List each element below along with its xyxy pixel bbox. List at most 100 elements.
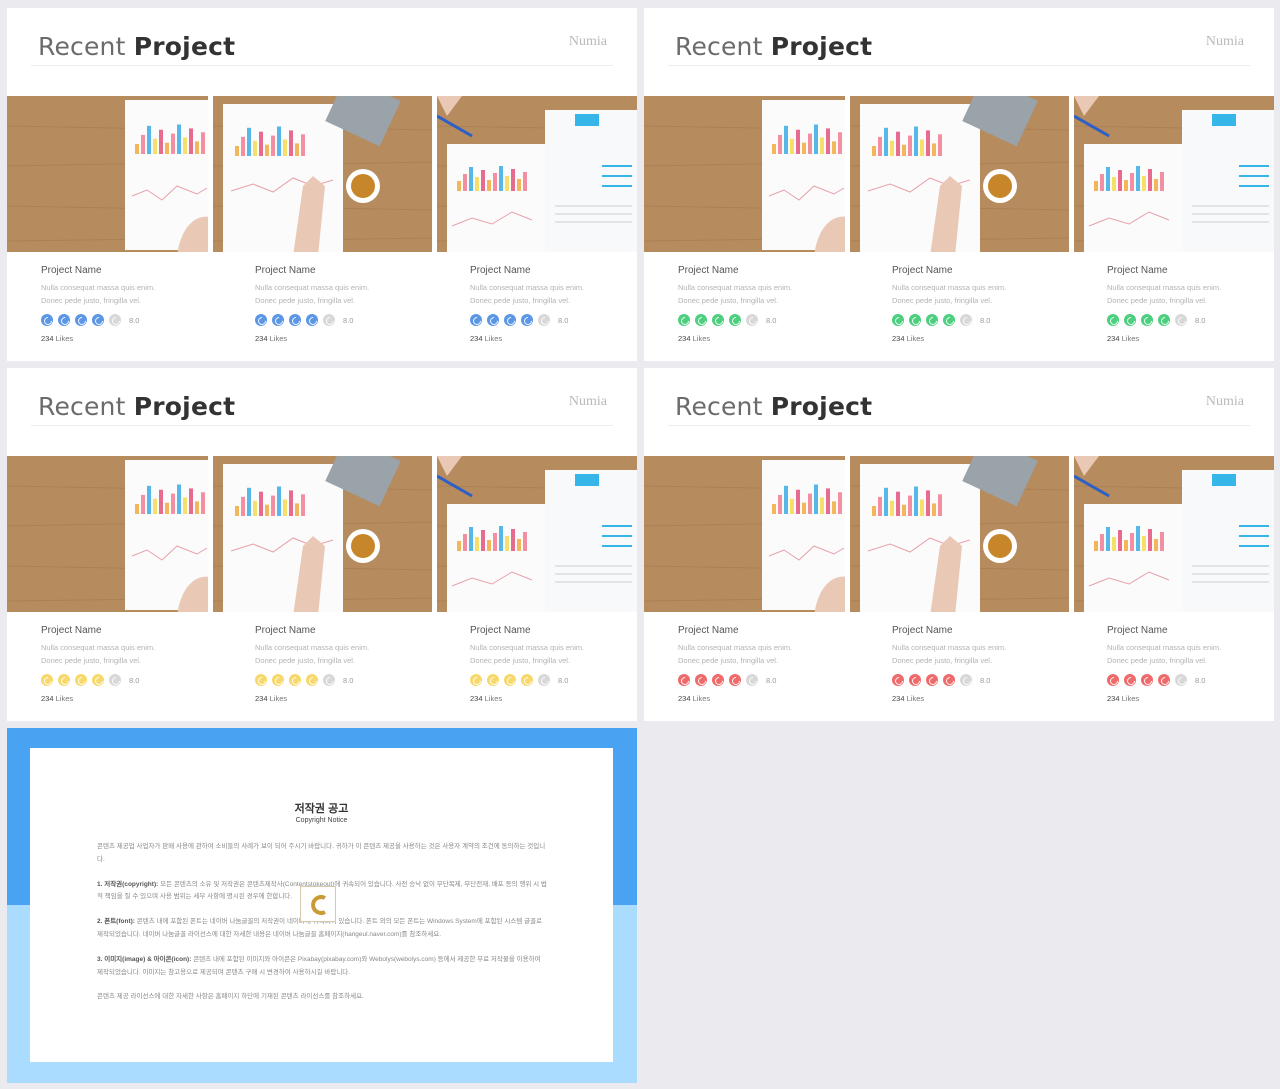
likes: 234 Likes bbox=[255, 694, 455, 703]
project-description: Nulla consequat massa quis enim. Donec p… bbox=[470, 641, 637, 667]
rating-filled-icon bbox=[58, 674, 70, 686]
description-line-2: Donec pede justo, fringilla vel. bbox=[678, 296, 779, 305]
slide-blue: Recent Project Numia Project Name Nulla … bbox=[7, 8, 637, 361]
rating-empty-icon bbox=[538, 314, 550, 326]
slide-title: Recent Project bbox=[675, 392, 872, 421]
rating-filled-icon bbox=[521, 314, 533, 326]
copyright-title: 저작권 공고 bbox=[294, 803, 349, 815]
title-light: Recent bbox=[675, 32, 771, 61]
description-line-1: Nulla consequat massa quis enim. bbox=[892, 283, 1007, 292]
description-line-2: Donec pede justo, fringilla vel. bbox=[892, 656, 993, 665]
likes-count: 234 bbox=[892, 694, 905, 703]
rating-filled-icon bbox=[943, 314, 955, 326]
likes-label: Likes bbox=[269, 334, 288, 343]
likes-label: Likes bbox=[1121, 334, 1140, 343]
description-line-2: Donec pede justo, fringilla vel. bbox=[255, 656, 356, 665]
likes-label: Likes bbox=[484, 694, 503, 703]
likes-label: Likes bbox=[906, 334, 925, 343]
rating-filled-icon bbox=[1124, 674, 1136, 686]
project-description: Nulla consequat massa quis enim. Donec p… bbox=[41, 281, 241, 307]
rating: 8.0 bbox=[1107, 314, 1274, 326]
project-description: Nulla consequat massa quis enim. Donec p… bbox=[678, 281, 878, 307]
rating-empty-icon bbox=[538, 674, 550, 686]
rating: 8.0 bbox=[678, 314, 878, 326]
likes: 234 Likes bbox=[1107, 334, 1274, 343]
rating: 8.0 bbox=[255, 674, 455, 686]
likes-count: 234 bbox=[678, 334, 691, 343]
description-line-1: Nulla consequat massa quis enim. bbox=[41, 643, 156, 652]
slide-title: Recent Project bbox=[38, 392, 235, 421]
section-2-heading: 2. 폰트(font): bbox=[97, 918, 135, 926]
rating-filled-icon bbox=[926, 314, 938, 326]
description-line-1: Nulla consequat massa quis enim. bbox=[678, 643, 793, 652]
project-card: Project Name Nulla consequat massa quis … bbox=[41, 265, 241, 343]
project-name: Project Name bbox=[1107, 625, 1168, 636]
description-line-1: Nulla consequat massa quis enim. bbox=[678, 283, 793, 292]
rating-filled-icon bbox=[521, 674, 533, 686]
likes-count: 234 bbox=[470, 334, 483, 343]
rating-filled-icon bbox=[909, 314, 921, 326]
likes-count: 234 bbox=[1107, 694, 1120, 703]
rating-filled-icon bbox=[695, 314, 707, 326]
project-description: Nulla consequat massa quis enim. Donec p… bbox=[255, 641, 455, 667]
description-line-2: Donec pede justo, fringilla vel. bbox=[678, 656, 779, 665]
project-name: Project Name bbox=[470, 265, 531, 276]
brand-name: Numia bbox=[1205, 394, 1244, 409]
likes-count: 234 bbox=[255, 334, 268, 343]
copyright-outro: 콘텐츠 제공 라이선스에 대한 자세한 사항은 홈페이지 하단에 기재된 콘텐츠… bbox=[97, 993, 364, 1001]
project-description: Nulla consequat massa quis enim. Donec p… bbox=[892, 281, 1092, 307]
rating-filled-icon bbox=[504, 314, 516, 326]
rating-filled-icon bbox=[306, 314, 318, 326]
project-photo-3 bbox=[437, 456, 637, 612]
likes-label: Likes bbox=[906, 694, 925, 703]
likes-label: Likes bbox=[269, 694, 288, 703]
description-line-2: Donec pede justo, fringilla vel. bbox=[470, 656, 571, 665]
rating-value: 8.0 bbox=[129, 315, 140, 325]
slide-yellow: Recent Project Numia Project Name Nulla … bbox=[7, 368, 637, 721]
rating-filled-icon bbox=[1158, 314, 1170, 326]
description-line-2: Donec pede justo, fringilla vel. bbox=[41, 296, 142, 305]
likes-label: Likes bbox=[1121, 694, 1140, 703]
project-card: Project Name Nulla consequat massa quis … bbox=[678, 625, 878, 703]
rating-empty-icon bbox=[323, 314, 335, 326]
project-name: Project Name bbox=[1107, 265, 1168, 276]
rating-filled-icon bbox=[729, 674, 741, 686]
title-divider bbox=[668, 65, 1250, 66]
description-line-2: Donec pede justo, fringilla vel. bbox=[41, 656, 142, 665]
rating: 8.0 bbox=[470, 314, 637, 326]
rating-value: 8.0 bbox=[1195, 315, 1206, 325]
likes-count: 234 bbox=[678, 694, 691, 703]
description-line-2: Donec pede justo, fringilla vel. bbox=[892, 296, 993, 305]
rating-value: 8.0 bbox=[129, 675, 140, 685]
description-line-2: Donec pede justo, fringilla vel. bbox=[1107, 656, 1208, 665]
rating-empty-icon bbox=[109, 314, 121, 326]
description-line-1: Nulla consequat massa quis enim. bbox=[892, 643, 1007, 652]
description-line-1: Nulla consequat massa quis enim. bbox=[1107, 283, 1222, 292]
rating-filled-icon bbox=[272, 314, 284, 326]
project-card: Project Name Nulla consequat massa quis … bbox=[470, 265, 637, 343]
project-name: Project Name bbox=[255, 265, 316, 276]
likes-label: Likes bbox=[692, 694, 711, 703]
likes: 234 Likes bbox=[892, 334, 1092, 343]
rating-filled-icon bbox=[41, 674, 53, 686]
likes-count: 234 bbox=[255, 694, 268, 703]
rating-filled-icon bbox=[75, 674, 87, 686]
project-card: Project Name Nulla consequat massa quis … bbox=[255, 265, 455, 343]
rating: 8.0 bbox=[255, 314, 455, 326]
project-card: Project Name Nulla consequat massa quis … bbox=[1107, 265, 1274, 343]
rating-empty-icon bbox=[109, 674, 121, 686]
project-photo-2 bbox=[213, 96, 432, 252]
rating: 8.0 bbox=[892, 314, 1092, 326]
description-line-1: Nulla consequat massa quis enim. bbox=[1107, 643, 1222, 652]
likes: 234 Likes bbox=[470, 334, 637, 343]
rating-filled-icon bbox=[926, 674, 938, 686]
project-photo-1 bbox=[644, 456, 845, 612]
copyright-intro: 콘텐츠 제공업 사업자가 판매 사용에 관하여 소비들의 사례가 보이 되어 주… bbox=[97, 843, 546, 863]
title-light: Recent bbox=[675, 392, 771, 421]
project-description: Nulla consequat massa quis enim. Donec p… bbox=[41, 641, 241, 667]
project-photo-2 bbox=[850, 96, 1069, 252]
rating-filled-icon bbox=[470, 674, 482, 686]
section-1-heading: 1. 저작권(copyright): bbox=[97, 880, 159, 888]
project-description: Nulla consequat massa quis enim. Donec p… bbox=[1107, 281, 1274, 307]
project-card: Project Name Nulla consequat massa quis … bbox=[1107, 625, 1274, 703]
